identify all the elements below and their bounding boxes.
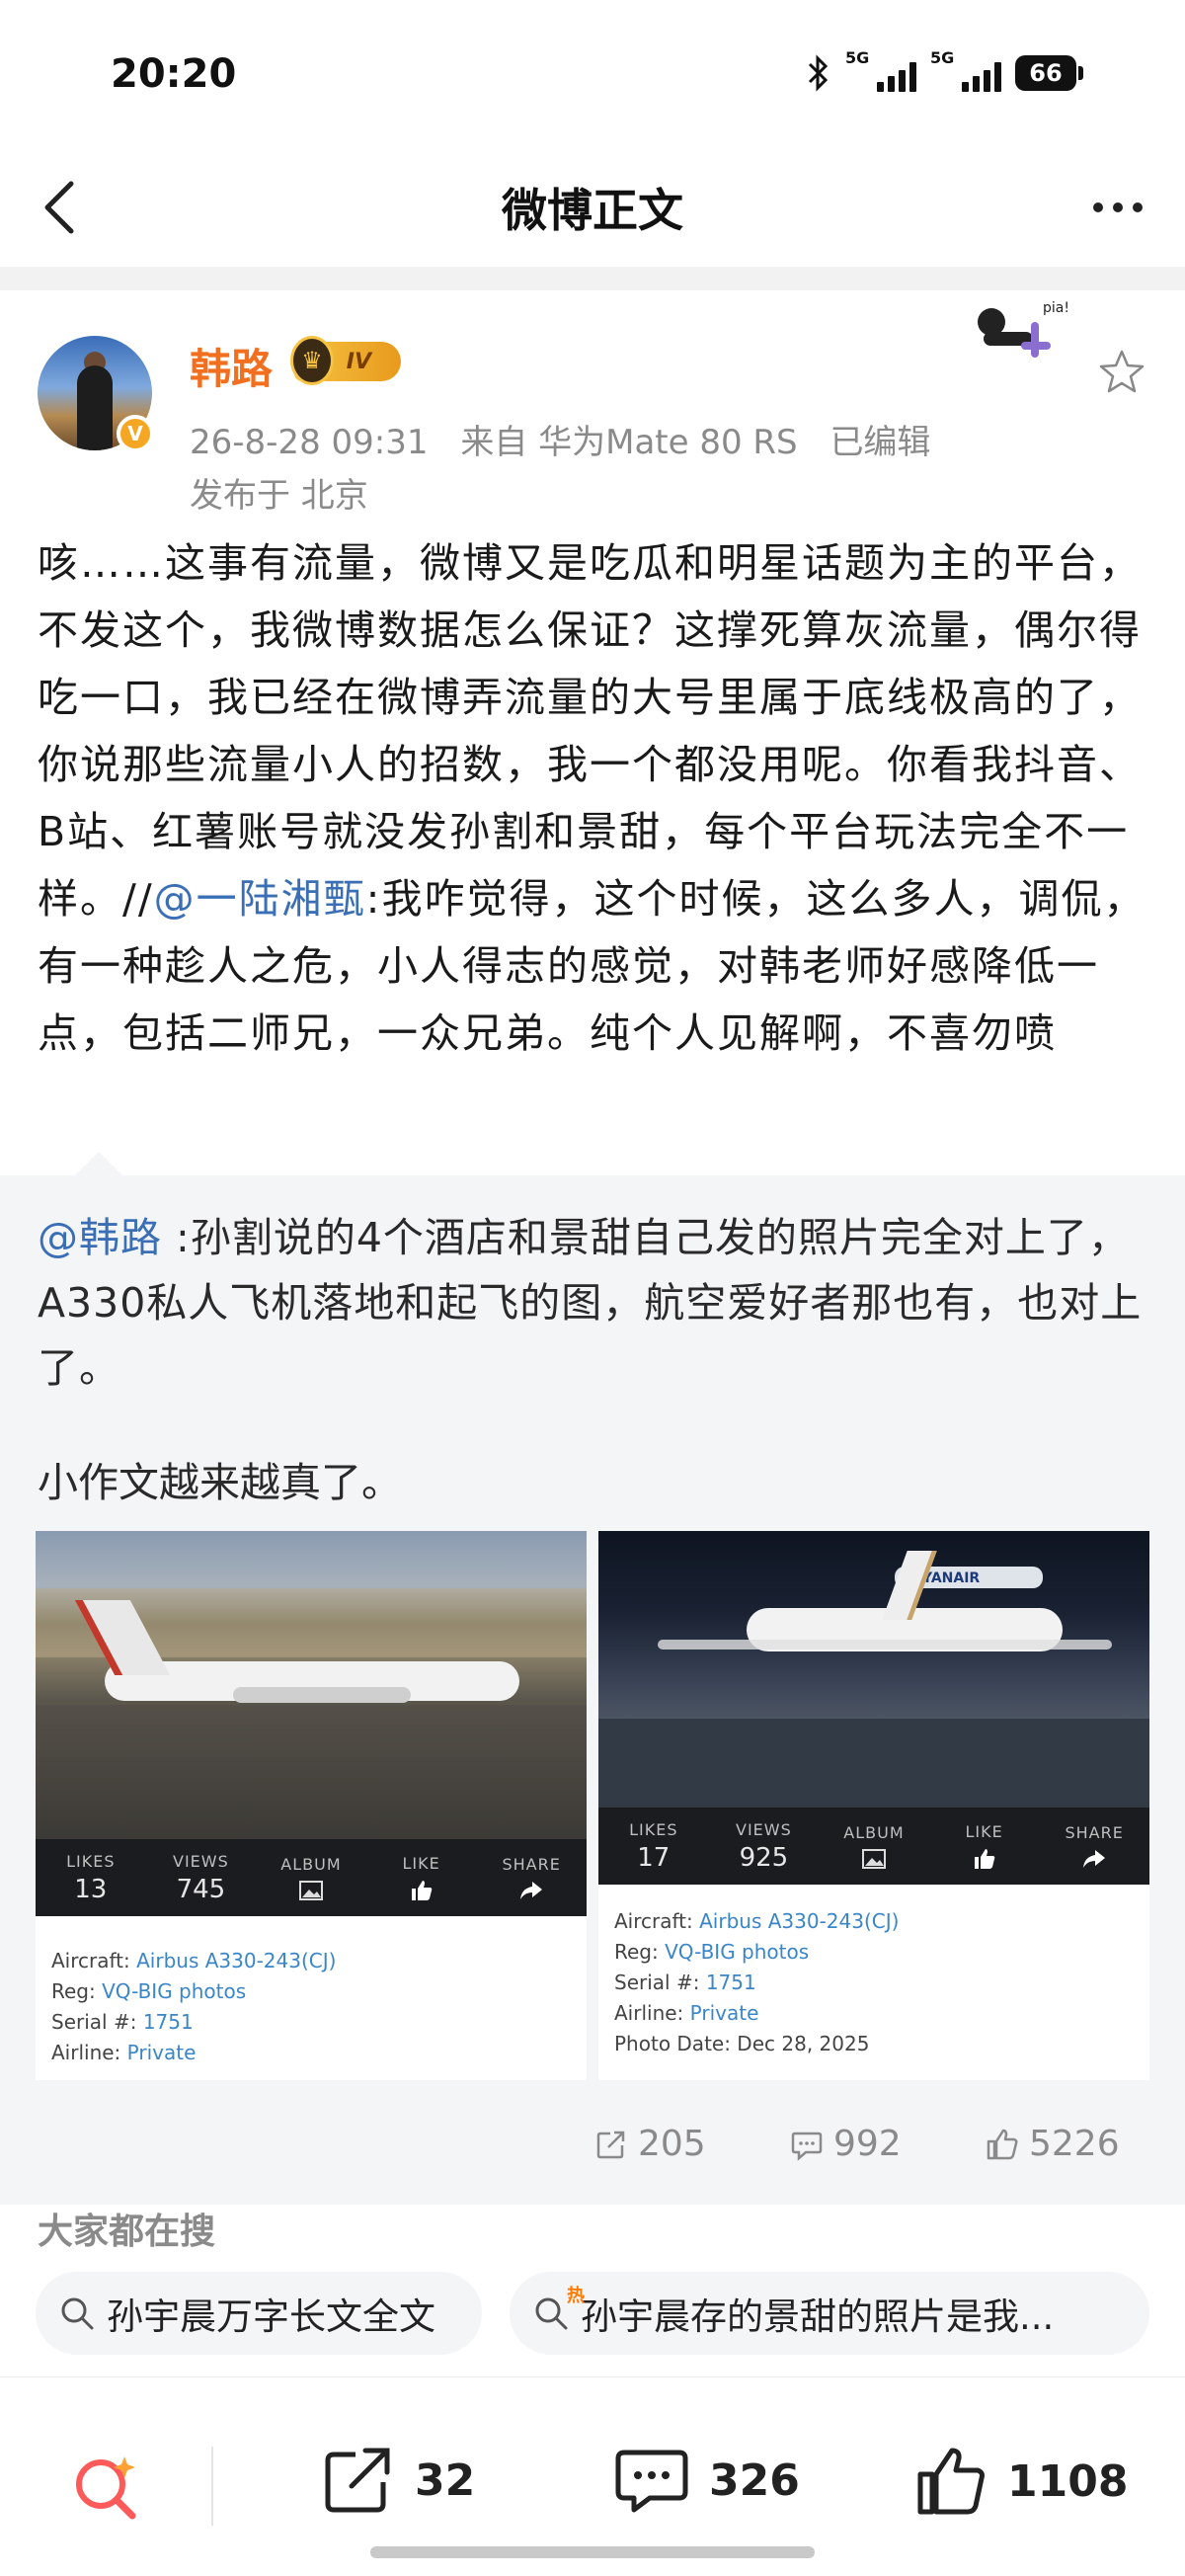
ai-search-icon[interactable] (67, 2449, 146, 2528)
section-divider (0, 267, 1185, 290)
post-source: 来自 华为Mate 80 RS (460, 423, 798, 462)
star-icon (1099, 350, 1145, 393)
status-time: 20:20 (111, 51, 237, 97)
author-name[interactable]: 韩路 (190, 336, 273, 396)
svg-text:pia!: pia! (1043, 300, 1069, 316)
crown-icon: ♛ (290, 336, 334, 385)
vip-badge[interactable]: ♛ IV (290, 336, 401, 385)
album-icon (861, 1848, 886, 1869)
favorite-button[interactable] (1094, 344, 1149, 399)
hot-tag: 热 (567, 2286, 585, 2306)
retweet-text: @韩路 :孙割说的4个酒店和景甜自己发的照片完全对上了，A330私人飞机落地和起… (38, 1214, 1143, 1392)
comment-icon (615, 2450, 688, 2513)
retweet-comment-button[interactable]: 992 (790, 2124, 902, 2164)
aircraft-photo-night: RYANAIR (598, 1531, 1149, 1808)
signal-icon: 5G (845, 48, 916, 92)
retweet-repost-button[interactable]: 205 (594, 2124, 706, 2164)
bluetooth-icon (808, 54, 829, 92)
comment-icon (791, 2132, 823, 2161)
nav-bar: 微博正文 (0, 148, 1185, 267)
more-button[interactable] (1078, 176, 1157, 239)
photo-stats-bar: LIKES 13 VIEWS 745 ALBUM LIKE SHARE (36, 1839, 587, 1916)
share-arrow-icon (520, 1881, 543, 1899)
share-arrow-icon (1083, 1849, 1106, 1868)
author-header: V 韩路 ♛ IV 26-8-28 09:31 来自 华为Mate 80 RS … (0, 290, 1185, 527)
post-timestamp: 26-8-28 09:31 (190, 423, 429, 462)
retweet-like-button[interactable]: 5226 (986, 2124, 1120, 2164)
search-icon (535, 2297, 568, 2330)
comment-button[interactable]: 326 (614, 2445, 800, 2516)
thumbs-up-icon (974, 1848, 994, 1869)
retweet-card[interactable]: @韩路 :孙割说的4个酒店和景甜自己发的照片完全对上了，A330私人飞机落地和起… (0, 1152, 1185, 2205)
aircraft-photo (36, 1531, 587, 1839)
trending-search-chip[interactable]: 孙宇晨万字长文全文 (36, 2272, 482, 2355)
page-title: 微博正文 (502, 184, 683, 237)
thumbs-up-icon (917, 2448, 985, 2515)
repost-button[interactable]: 32 (322, 2445, 475, 2516)
retweet-actions: 205 992 5226 (0, 2114, 1185, 2183)
signal-icon-2: 5G (930, 48, 1001, 92)
verified-badge-icon: V (117, 415, 154, 452)
post-meta: 26-8-28 09:31 来自 华为Mate 80 RS 已编辑 (190, 415, 952, 463)
home-indicator[interactable] (370, 2546, 815, 2558)
like-button[interactable]: 1108 (914, 2445, 1128, 2518)
photo-info: Aircraft: Airbus A330-243(CJ) Reg: VQ-BI… (51, 1949, 337, 2064)
retweet-photo-1[interactable]: LIKES 13 VIEWS 745 ALBUM LIKE SHARE Aircra… (36, 1531, 587, 2080)
retweet-text-2: 小作文越来越真了。 (38, 1459, 402, 1506)
edited-label[interactable]: 已编辑 (830, 423, 930, 462)
album-icon (298, 1880, 323, 1900)
photo-stats-bar: LIKES 17 VIEWS 925 ALBUM LIKE SHARE (598, 1808, 1149, 1885)
thumbs-up-icon (987, 2129, 1018, 2159)
thumbs-up-icon (411, 1880, 432, 1900)
battery-icon: 66 (1015, 55, 1083, 91)
post-location: 发布于 北京 (190, 476, 368, 516)
repost-icon (325, 2448, 390, 2513)
status-bar: 20:20 5G 5G 66 (0, 0, 1185, 148)
trending-search-chip-hot[interactable]: 热 孙宇晨存的景甜的照片是我... (510, 2272, 1149, 2355)
back-button[interactable] (28, 176, 91, 239)
search-icon (61, 2297, 94, 2330)
repost-icon (596, 2131, 625, 2158)
post-body: 咳……这事有流量，微博又是吃瓜和明星话题为主的平台，不发这个，我微博数据怎么保证… (38, 539, 1146, 1057)
retweet-photo-2[interactable]: RYANAIR LIKES 17 VIEWS 925 ALBUM LIKE SHAR… (598, 1531, 1149, 2080)
mention-link[interactable]: @一陆湘甄 (154, 875, 366, 923)
chevron-left-icon (44, 181, 74, 234)
cartoon-sticker-icon: pia! (978, 300, 1069, 358)
more-dots-icon (1093, 202, 1103, 212)
retweet-mention-link[interactable]: @韩路 (38, 1214, 162, 1261)
trending-title: 大家都在搜 (38, 2212, 216, 2252)
status-icons: 5G 5G 66 (806, 48, 1083, 92)
photo-info: Aircraft: Airbus A330-243(CJ) Reg: VQ-BI… (614, 1909, 900, 2055)
